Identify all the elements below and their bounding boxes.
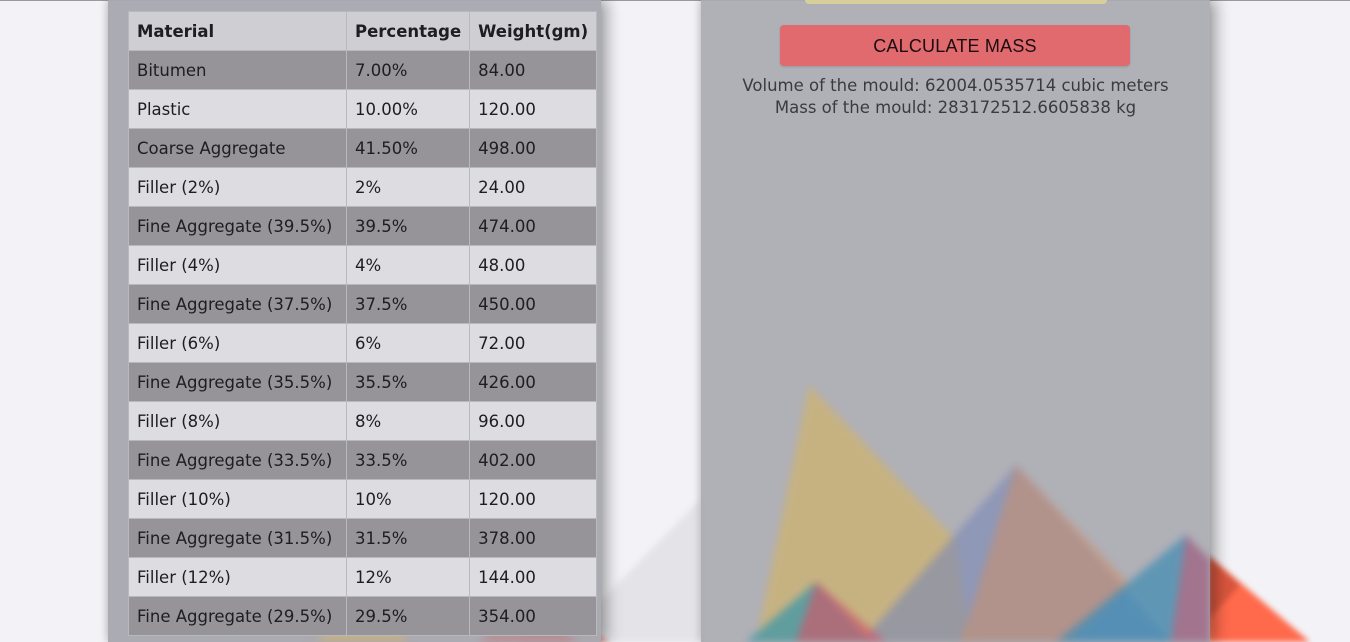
cell-material: Fine Aggregate (31.5%) xyxy=(128,518,347,558)
table-row: Coarse Aggregate 41.50% 498.00 xyxy=(128,128,598,168)
table-row: Filler (10%) 10% 120.00 xyxy=(128,479,598,519)
cell-weight: 144.00 xyxy=(469,557,598,597)
cell-weight: 402.00 xyxy=(469,440,598,480)
cell-weight: 120.00 xyxy=(469,89,598,129)
cell-material: Plastic xyxy=(128,89,347,129)
cell-weight: 498.00 xyxy=(469,128,598,168)
cell-weight: 72.00 xyxy=(469,323,598,363)
materials-panel: Material Percentage Weight(gm) Bitumen 7… xyxy=(108,0,601,642)
cell-material: Fine Aggregate (35.5%) xyxy=(128,362,347,402)
header-weight: Weight(gm) xyxy=(469,11,598,51)
cell-percentage: 31.5% xyxy=(345,518,471,558)
cell-material: Filler (10%) xyxy=(128,479,347,519)
mountains-art xyxy=(746,385,1210,642)
cell-weight: 474.00 xyxy=(469,206,598,246)
cell-material: Filler (12%) xyxy=(128,557,347,597)
cell-percentage: 35.5% xyxy=(345,362,471,402)
table-row: Filler (8%) 8% 96.00 xyxy=(128,401,598,441)
cell-material: Filler (4%) xyxy=(128,245,347,285)
cell-weight: 378.00 xyxy=(469,518,598,558)
cell-weight: 48.00 xyxy=(469,245,598,285)
materials-table: Material Percentage Weight(gm) Bitumen 7… xyxy=(128,11,598,636)
cell-percentage: 29.5% xyxy=(345,596,471,636)
cell-percentage: 12% xyxy=(345,557,471,597)
cell-material: Fine Aggregate (39.5%) xyxy=(128,206,347,246)
cell-material: Filler (2%) xyxy=(128,167,347,207)
cell-material: Bitumen xyxy=(128,50,347,90)
cell-material: Fine Aggregate (29.5%) xyxy=(128,596,347,636)
cell-percentage: 8% xyxy=(345,401,471,441)
cell-percentage: 10% xyxy=(345,479,471,519)
cell-weight: 354.00 xyxy=(469,596,598,636)
cell-percentage: 37.5% xyxy=(345,284,471,324)
cell-percentage: 41.50% xyxy=(345,128,471,168)
cell-material: Fine Aggregate (37.5%) xyxy=(128,284,347,324)
mould-input-field[interactable] xyxy=(805,0,1107,4)
cell-weight: 84.00 xyxy=(469,50,598,90)
table-row: Fine Aggregate (29.5%) 29.5% 354.00 xyxy=(128,596,598,636)
table-row: Bitumen 7.00% 84.00 xyxy=(128,50,598,90)
table-row: Filler (4%) 4% 48.00 xyxy=(128,245,598,285)
cell-weight: 120.00 xyxy=(469,479,598,519)
cell-percentage: 33.5% xyxy=(345,440,471,480)
cell-material: Coarse Aggregate xyxy=(128,128,347,168)
table-header-row: Material Percentage Weight(gm) xyxy=(128,11,598,51)
cell-weight: 450.00 xyxy=(469,284,598,324)
table-row: Fine Aggregate (31.5%) 31.5% 378.00 xyxy=(128,518,598,558)
table-row: Fine Aggregate (33.5%) 33.5% 402.00 xyxy=(128,440,598,480)
table-row: Fine Aggregate (35.5%) 35.5% 426.00 xyxy=(128,362,598,402)
calculate-mass-button[interactable]: CALCULATE MASS xyxy=(780,25,1130,66)
cell-percentage: 2% xyxy=(345,167,471,207)
cell-percentage: 7.00% xyxy=(345,50,471,90)
table-row: Filler (12%) 12% 144.00 xyxy=(128,557,598,597)
cell-material: Fine Aggregate (33.5%) xyxy=(128,440,347,480)
cell-weight: 426.00 xyxy=(469,362,598,402)
cell-weight: 96.00 xyxy=(469,401,598,441)
header-material: Material xyxy=(128,11,347,51)
header-percentage: Percentage xyxy=(345,11,471,51)
table-row: Fine Aggregate (37.5%) 37.5% 450.00 xyxy=(128,284,598,324)
cell-weight: 24.00 xyxy=(469,167,598,207)
mass-result: Mass of the mould: 283172512.6605838 kg xyxy=(774,98,1137,117)
cell-material: Filler (6%) xyxy=(128,323,347,363)
volume-result: Volume of the mould: 62004.0535714 cubic… xyxy=(742,76,1169,95)
table-row: Filler (2%) 2% 24.00 xyxy=(128,167,598,207)
calculator-panel: CALCULATE MASS Volume of the mould: 6200… xyxy=(701,0,1210,642)
table-row: Fine Aggregate (39.5%) 39.5% 474.00 xyxy=(128,206,598,246)
cell-percentage: 6% xyxy=(345,323,471,363)
cell-percentage: 39.5% xyxy=(345,206,471,246)
cell-percentage: 10.00% xyxy=(345,89,471,129)
table-row: Filler (6%) 6% 72.00 xyxy=(128,323,598,363)
table-row: Plastic 10.00% 120.00 xyxy=(128,89,598,129)
cell-material: Filler (8%) xyxy=(128,401,347,441)
cell-percentage: 4% xyxy=(345,245,471,285)
